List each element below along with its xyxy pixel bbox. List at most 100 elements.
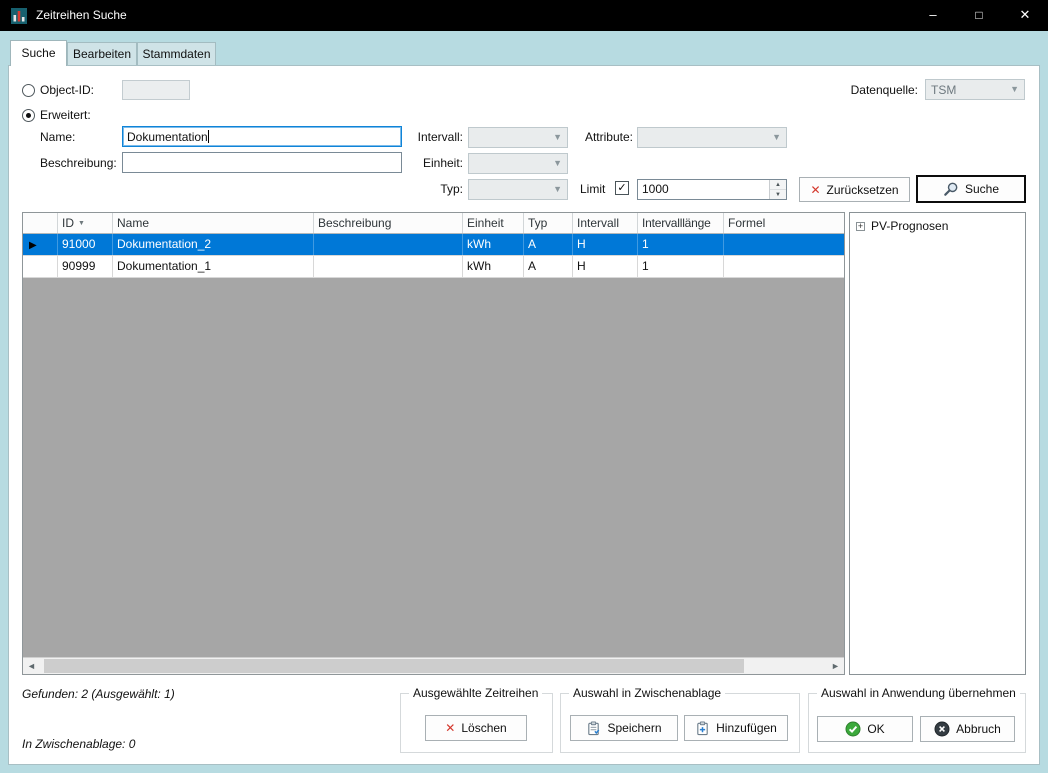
zuruecksetzen-button[interactable]: ✕ Zurücksetzen: [799, 177, 910, 202]
suche-label: Suche: [965, 182, 999, 196]
text-caret: [208, 130, 209, 143]
column-header-name[interactable]: Name: [113, 213, 314, 233]
dropdown-arrow-icon: ▼: [553, 185, 562, 194]
attribute-select: ▼: [637, 127, 787, 148]
datenquelle-select: TSM ▼: [925, 79, 1025, 100]
cell-beschreibung[interactable]: [314, 234, 463, 255]
scroll-right-icon: ►: [831, 661, 840, 671]
reset-x-icon: ✕: [810, 184, 820, 196]
datenquelle-value: TSM: [931, 83, 956, 97]
erweitert-label[interactable]: Erweitert:: [40, 107, 91, 123]
limit-checkbox[interactable]: ✓: [615, 181, 629, 195]
cell-intervall[interactable]: H: [573, 234, 638, 255]
dropdown-arrow-icon: ▼: [1010, 85, 1019, 94]
object-id-radio[interactable]: [22, 84, 35, 97]
limit-label[interactable]: Limit: [580, 181, 605, 197]
grid-header: ID ▼ Name Beschreibung Einheit Typ Inter…: [23, 213, 844, 234]
name-input[interactable]: [122, 126, 402, 147]
ok-check-icon: [845, 721, 861, 737]
close-icon: ✕: [1020, 7, 1031, 22]
cell-typ[interactable]: A: [524, 256, 573, 277]
cancel-circle-icon: [934, 721, 950, 737]
column-header-intervalllaenge[interactable]: Intervalllänge: [638, 213, 724, 233]
group-clipboard-title: Auswahl in Zwischenablage: [569, 686, 725, 700]
column-header-beschreibung[interactable]: Beschreibung: [314, 213, 463, 233]
table-row[interactable]: ▶ 91000 Dokumentation_2 kWh A H 1: [23, 234, 844, 256]
abbruch-label: Abbruch: [956, 722, 1001, 736]
spin-down-button[interactable]: ▼: [770, 190, 786, 199]
cell-formel[interactable]: [724, 256, 844, 277]
cell-id[interactable]: 90999: [58, 256, 113, 277]
einheit-label: Einheit:: [393, 155, 463, 171]
datenquelle-label: Datenquelle:: [820, 82, 918, 98]
spin-up-button[interactable]: ▲: [770, 180, 786, 190]
scroll-right-button[interactable]: ►: [827, 658, 844, 674]
tab-suche[interactable]: Suche: [10, 40, 67, 66]
typ-select: ▼: [468, 179, 568, 200]
dropdown-arrow-icon: ▼: [553, 159, 562, 168]
hinzufuegen-label: Hinzufügen: [716, 721, 777, 735]
cell-typ[interactable]: A: [524, 234, 573, 255]
scroll-left-button[interactable]: ◄: [23, 658, 40, 674]
cell-einheit[interactable]: kWh: [463, 234, 524, 255]
row-selector-cell[interactable]: [23, 256, 58, 277]
speichern-label: Speichern: [607, 721, 661, 735]
results-grid: ID ▼ Name Beschreibung Einheit Typ Inter…: [22, 212, 845, 675]
column-header-selector[interactable]: [23, 213, 58, 233]
tab-bearbeiten[interactable]: Bearbeiten: [67, 42, 137, 65]
delete-x-icon: ✕: [445, 722, 455, 734]
tree-item-label: PV-Prognosen: [871, 219, 948, 233]
tree-item-pv-prognosen[interactable]: + PV-Prognosen: [850, 213, 1025, 233]
cell-id[interactable]: 91000: [58, 234, 113, 255]
table-row[interactable]: 90999 Dokumentation_1 kWh A H 1: [23, 256, 844, 278]
erweitert-radio[interactable]: [22, 109, 35, 122]
group-clipboard: Auswahl in Zwischenablage Speichern Hinz…: [560, 693, 800, 753]
column-header-intervall[interactable]: Intervall: [573, 213, 638, 233]
speichern-button[interactable]: Speichern: [570, 715, 678, 741]
cell-name[interactable]: Dokumentation_2: [113, 234, 314, 255]
tree-expand-icon[interactable]: +: [856, 222, 865, 231]
cell-beschreibung[interactable]: [314, 256, 463, 277]
minimize-icon: –: [929, 7, 936, 22]
tab-stammdaten[interactable]: Stammdaten: [137, 42, 216, 65]
cell-intervall[interactable]: H: [573, 256, 638, 277]
abbruch-button[interactable]: Abbruch: [920, 716, 1015, 742]
maximize-button[interactable]: □: [956, 0, 1002, 31]
cell-name[interactable]: Dokumentation_1: [113, 256, 314, 277]
scrollbar-track[interactable]: [40, 658, 827, 674]
hinzufuegen-button[interactable]: Hinzufügen: [684, 715, 788, 741]
limit-input[interactable]: 1000 ▲ ▼: [637, 179, 787, 200]
column-header-formel[interactable]: Formel: [724, 213, 844, 233]
group-apply-title: Auswahl in Anwendung übernehmen: [817, 686, 1020, 700]
loeschen-button[interactable]: ✕ Löschen: [425, 715, 527, 741]
current-row-icon: ▶: [29, 240, 37, 251]
cell-einheit[interactable]: kWh: [463, 256, 524, 277]
search-icon: [943, 181, 959, 197]
status-clipboard: In Zwischenablage: 0: [22, 737, 135, 751]
column-header-einheit[interactable]: Einheit: [463, 213, 524, 233]
window-title: Zeitreihen Suche: [36, 0, 127, 31]
loeschen-label: Löschen: [461, 721, 506, 735]
column-header-typ[interactable]: Typ: [524, 213, 573, 233]
cell-intervalllaenge[interactable]: 1: [638, 256, 724, 277]
horizontal-scrollbar[interactable]: ◄ ►: [23, 657, 844, 674]
cell-intervalllaenge[interactable]: 1: [638, 234, 724, 255]
column-header-id[interactable]: ID ▼: [58, 213, 113, 233]
beschreibung-label: Beschreibung:: [40, 155, 117, 171]
intervall-select: ▼: [468, 127, 568, 148]
close-button[interactable]: ✕: [1002, 0, 1048, 31]
attribute-label: Attribute:: [563, 129, 633, 145]
limit-value[interactable]: 1000: [638, 180, 769, 199]
dropdown-arrow-icon: ▼: [772, 133, 781, 142]
suche-button[interactable]: Suche: [916, 175, 1026, 203]
spin-up-icon: ▲: [775, 182, 781, 188]
beschreibung-input[interactable]: [122, 152, 402, 173]
typ-label: Typ:: [393, 181, 463, 197]
minimize-button[interactable]: –: [910, 0, 956, 31]
app-icon: [11, 8, 27, 24]
cell-formel[interactable]: [724, 234, 844, 255]
scrollbar-thumb[interactable]: [44, 659, 744, 673]
row-selector-cell[interactable]: ▶: [23, 234, 58, 255]
object-id-label[interactable]: Object-ID:: [40, 82, 94, 98]
ok-button[interactable]: OK: [817, 716, 913, 742]
